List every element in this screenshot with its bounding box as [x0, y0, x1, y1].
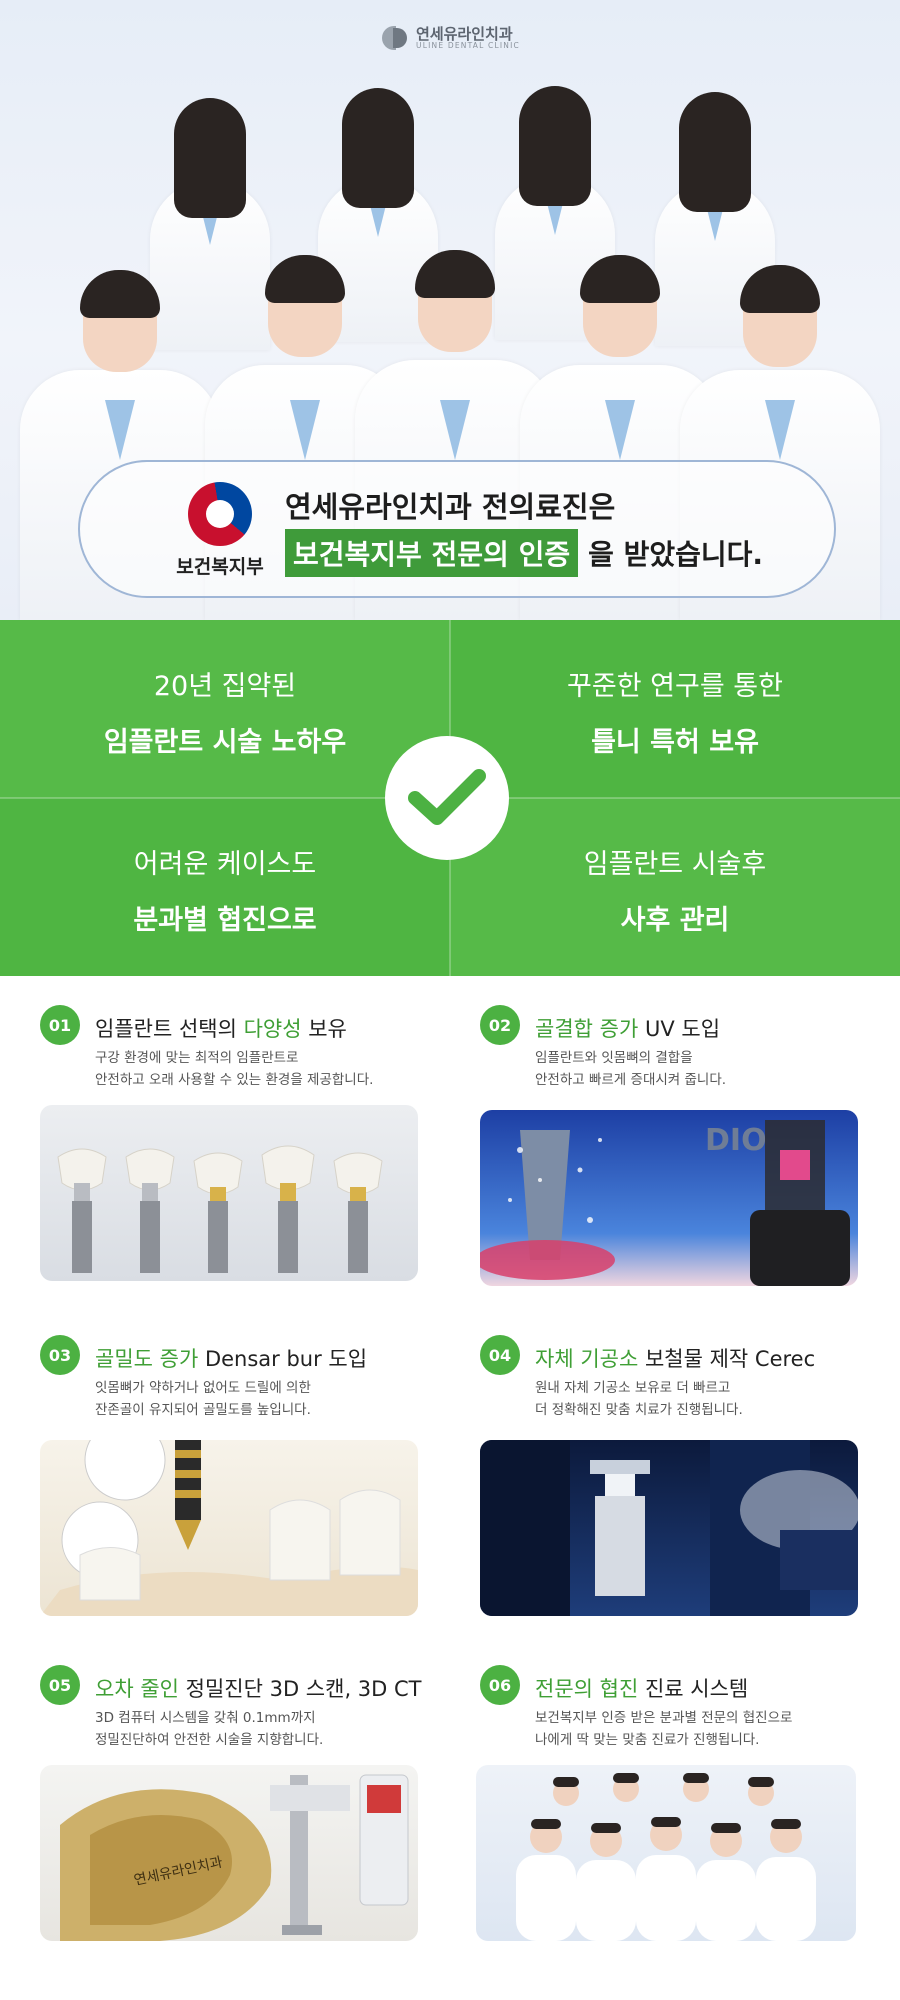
cerec-milling-image [480, 1440, 858, 1616]
clinic-logo-icon [380, 24, 408, 52]
clinic-logo: 연세유라인치과 ULINE DENTAL CLINIC [0, 24, 900, 52]
hero-section: 연세유라인치과 ULINE DENTAL CLINIC 보건복지부 연세유라인치… [0, 0, 900, 620]
feature-title: 사후 관리 [620, 905, 730, 936]
feature-subtitle: 임플란트 시술후 [583, 849, 767, 880]
feature-cell: 꾸준한 연구를 통한 틀니 특허 보유 [450, 620, 900, 798]
item-title: 전문의 협진 진료 시스템 [535, 1677, 749, 1701]
taegeuk-emblem-icon [188, 482, 252, 546]
service-item: 02 골결합 증가 UV 도입 임플란트와 잇몸뼈의 결합을 안전하고 빠르게 증… [480, 1005, 860, 1305]
item-description: 잇몸뼈가 약하거나 없어도 드릴에 의한 잔존골이 유지되어 골밀도를 높입니다. [95, 1380, 311, 1419]
feature-title: 틀니 특허 보유 [591, 727, 759, 758]
feature-cell: 20년 집약된 임플란트 시술 노하우 [0, 620, 450, 798]
feature-subtitle: 20년 집약된 [153, 671, 297, 702]
item-title: 골밀도 증가 Densar bur 도입 [95, 1347, 368, 1371]
item-number: 03 [40, 1335, 80, 1375]
densar-bur-image [40, 1440, 418, 1616]
service-item: 03 골밀도 증가 Densar bur 도입 잇몸뼈가 약하거나 없어도 드릴… [40, 1335, 420, 1635]
dio-brand-label: DIO [705, 1123, 767, 1158]
feature-subtitle: 어려운 케이스도 [133, 849, 317, 880]
item-title: 오차 줄인 정밀진단 3D 스캔, 3D CT [95, 1677, 422, 1701]
item-description: 3D 컴퓨터 시스템을 갖춰 0.1mm까지 정밀진단하여 안전한 시술을 지향합… [95, 1710, 324, 1749]
clinic-name: 연세유라인치과 [416, 24, 513, 43]
check-icon [385, 736, 509, 860]
item-description: 구강 환경에 맞는 최적의 임플란트로 안전하고 오래 사용할 수 있는 환경을 … [95, 1050, 374, 1089]
item-title: 임플란트 선택의 다양성 보유 [95, 1017, 347, 1041]
implant-lineup-image [40, 1105, 418, 1281]
item-number: 02 [480, 1005, 520, 1045]
service-item: 04 자체 기공소 보철물 제작 Cerec 원내 자체 기공소 보유로 더 빠… [480, 1335, 860, 1635]
service-item: 06 전문의 협진 진료 시스템 보건복지부 인증 받은 분과별 전문의 협진으… [476, 1665, 860, 1965]
cert-tail: 을 받았습니다. [588, 538, 764, 571]
feature-title: 분과별 협진으로 [133, 905, 317, 936]
service-item: 05 오차 줄인 정밀진단 3D 스캔, 3D CT 3D 컴퓨터 시스템을 갖… [40, 1665, 422, 1965]
item-title: 골결합 증가 UV 도입 [535, 1017, 721, 1041]
feature-grid: 20년 집약된 임플란트 시술 노하우 꾸준한 연구를 통한 틀니 특허 보유 … [0, 620, 900, 976]
item-number: 05 [40, 1665, 80, 1705]
feature-subtitle: 꾸준한 연구를 통한 [567, 671, 783, 702]
item-number: 01 [40, 1005, 80, 1045]
item-number: 06 [480, 1665, 520, 1705]
clinic-name-en: ULINE DENTAL CLINIC [416, 41, 520, 51]
ministry-label: 보건복지부 [176, 556, 264, 578]
3d-ct-scanner-image: 연세유라인치과 [40, 1765, 418, 1941]
service-item: 01 임플란트 선택의 다양성 보유 구강 환경에 맞는 최적의 임플란트로 안전… [40, 1005, 420, 1285]
feature-title: 임플란트 시술 노하우 [103, 727, 347, 758]
feature-cell: 어려운 케이스도 분과별 협진으로 [0, 798, 450, 976]
item-description: 보건복지부 인증 받은 분과별 전문의 협진으로 나에게 딱 맞는 맞춤 진료가 … [535, 1710, 793, 1749]
item-title: 자체 기공소 보철물 제작 Cerec [535, 1347, 816, 1371]
item-description: 원내 자체 기공소 보유로 더 빠르고 더 정확해진 맞춤 치료가 진행됩니다. [535, 1380, 743, 1419]
doctors-team-image [476, 1765, 856, 1941]
certification-banner: 보건복지부 연세유라인치과 전의료진은 보건복지부 전문의 인증 을 받았습니다… [78, 460, 836, 598]
cert-headline: 연세유라인치과 전의료진은 [285, 490, 616, 524]
uv-device-image: DIO [480, 1110, 858, 1286]
item-description: 임플란트와 잇몸뼈의 결합을 안전하고 빠르게 증대시켜 줍니다. [535, 1050, 727, 1089]
item-number: 04 [480, 1335, 520, 1375]
feature-cell: 임플란트 시술후 사후 관리 [450, 798, 900, 976]
cert-highlight: 보건복지부 전문의 인증 [285, 529, 579, 577]
